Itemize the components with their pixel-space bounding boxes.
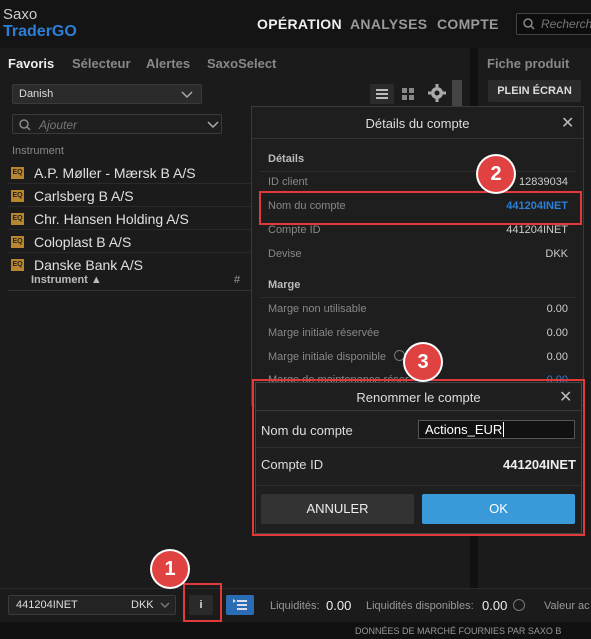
- account-value-label: Valeur ac: [544, 600, 590, 612]
- tab-favoris[interactable]: Favoris: [8, 56, 54, 71]
- divider: [260, 297, 576, 298]
- watchlist-select-value: Danish: [19, 88, 54, 100]
- chevron-down-icon: [207, 121, 219, 129]
- column-instrument[interactable]: Instrument: [12, 145, 64, 157]
- available-liquidity-label: Liquidités disponibles:: [366, 600, 474, 612]
- watchlist-select[interactable]: Danish: [12, 84, 202, 104]
- dialog-header: Détails du compte ✕: [252, 107, 583, 139]
- highlight-box-1: [183, 583, 222, 622]
- bottom-status-bar: 441204INET DKK i Liquidités: 0.00 Liquid…: [0, 588, 591, 622]
- client-id-label: ID client: [268, 176, 308, 188]
- fullscreen-button[interactable]: PLEIN ÉCRAN: [488, 80, 581, 102]
- equity-badge: EQ: [11, 213, 24, 225]
- search-input[interactable]: Recherch: [516, 13, 591, 35]
- margin-row-label: Marge initiale réservée: [268, 327, 380, 339]
- margin-row-label: Marge initiale disponible: [268, 351, 387, 363]
- tab-alertes[interactable]: Alertes: [146, 56, 190, 71]
- sort-hash[interactable]: #: [234, 274, 240, 286]
- margin-row-value: 0.00: [546, 351, 568, 363]
- step-badge-2: 2: [478, 156, 514, 192]
- account-switch-icon[interactable]: [226, 595, 254, 615]
- gear-icon[interactable]: [428, 84, 448, 104]
- liquidity-value: 0.00: [326, 598, 352, 613]
- tab-selecteur[interactable]: Sélecteur: [72, 56, 131, 71]
- footer: DONNÉES DE MARCHÉ FOURNIES PAR SAXO B: [0, 622, 591, 639]
- section-margin: Marge: [268, 279, 301, 291]
- scrollbar[interactable]: [452, 80, 462, 108]
- info-icon[interactable]: [513, 599, 525, 611]
- currency-label: Devise: [268, 248, 302, 260]
- search-icon: [19, 119, 31, 131]
- equity-badge: EQ: [11, 236, 24, 248]
- search-icon: [523, 18, 535, 30]
- liquidity-label: Liquidités:: [270, 600, 320, 612]
- account-select-value: 441204INET: [16, 599, 78, 611]
- chevron-down-icon: [181, 91, 193, 99]
- margin-row-label: Marge non utilisable: [268, 303, 367, 315]
- account-id-label: Compte ID: [268, 224, 321, 236]
- tab-saxoselect[interactable]: SaxoSelect: [207, 56, 276, 71]
- list-view-icon[interactable]: [370, 84, 394, 104]
- tab-fiche-produit[interactable]: Fiche produit: [487, 56, 569, 71]
- footer-text: DONNÉES DE MARCHÉ FOURNIES PAR SAXO B: [355, 626, 562, 636]
- highlight-box-3: [252, 379, 585, 536]
- info-icon[interactable]: [394, 350, 405, 361]
- equity-badge: EQ: [11, 190, 24, 202]
- currency-value: DKK: [545, 248, 568, 260]
- logo-saxo: Saxo: [3, 6, 38, 23]
- search-placeholder: Recherch: [541, 17, 591, 31]
- chevron-down-icon: [160, 602, 170, 609]
- sort-instrument[interactable]: Instrument ▲: [31, 274, 102, 286]
- divider: [260, 171, 576, 172]
- grid-view-icon[interactable]: [396, 84, 420, 104]
- section-details: Détails: [268, 153, 305, 165]
- nav-analyses[interactable]: ANALYSES: [350, 16, 427, 32]
- account-select[interactable]: 441204INET DKK: [8, 595, 176, 615]
- margin-row-value: 0.00: [546, 303, 568, 315]
- top-bar: Saxo TraderGO OPÉRATION ANALYSES COMPTE …: [0, 0, 591, 48]
- equity-badge: EQ: [11, 259, 24, 271]
- margin-row-value: 0.00: [546, 327, 568, 339]
- available-liquidity-value: 0.00: [482, 598, 508, 613]
- nav-operation[interactable]: OPÉRATION: [257, 16, 342, 32]
- add-instrument-input[interactable]: Ajouter: [12, 114, 222, 134]
- add-placeholder: Ajouter: [39, 118, 78, 132]
- highlight-box-2: [259, 191, 582, 225]
- logo-tradergo: TraderGO: [3, 23, 77, 40]
- equity-badge: EQ: [11, 167, 24, 179]
- close-icon[interactable]: ✕: [561, 113, 574, 133]
- account-currency: DKK: [131, 599, 154, 611]
- nav-compte[interactable]: COMPTE: [437, 16, 499, 32]
- step-badge-1: 1: [152, 551, 188, 587]
- step-badge-3: 3: [405, 344, 441, 380]
- dialog-title: Détails du compte: [365, 116, 470, 131]
- account-id-value: 441204INET: [506, 224, 568, 236]
